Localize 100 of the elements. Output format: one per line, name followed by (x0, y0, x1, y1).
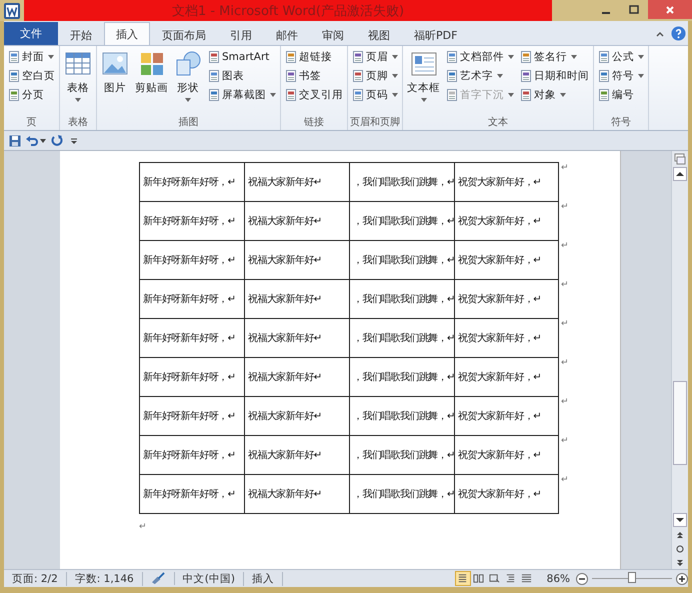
table-cell: 祝福大家新年好↵ (244, 358, 349, 397)
ribbon-tab[interactable]: 视图 (356, 24, 402, 45)
caret-icon[interactable] (40, 138, 46, 142)
document-icon (208, 51, 220, 63)
proofing-icon[interactable] (150, 572, 166, 585)
ribbon-tab[interactable]: 页面布局 (150, 24, 218, 45)
document-icon (352, 89, 364, 101)
view-icon (521, 573, 532, 584)
ribbon-button[interactable]: 文档部件 (444, 48, 516, 66)
ribbon-tab[interactable]: 开始 (58, 24, 104, 45)
browse-object-icon[interactable] (674, 543, 686, 555)
ribbon-button[interactable]: 页脚 (350, 67, 400, 85)
table-cell: 新年好呀新年好呀，↵ (139, 397, 244, 436)
table-cell: 新年好呀新年好呀，↵ (139, 319, 244, 358)
ribbon-button[interactable]: 签名行 (518, 48, 591, 66)
table-cell: 祝福大家新年好↵ (244, 319, 349, 358)
ribbon-button[interactable]: 对象 (518, 86, 591, 104)
ribbon-button[interactable]: 图表 (206, 67, 278, 85)
ribbon-tab[interactable]: 审阅 (310, 24, 356, 45)
ribbon-button[interactable]: 屏幕截图 (206, 86, 278, 104)
table-cell: 祝贺大家新年好，↵ (454, 475, 559, 514)
ribbon-button[interactable]: 日期和时间 (518, 67, 591, 85)
shapes-icon (174, 50, 202, 78)
document-icon (598, 89, 610, 101)
ribbon-button[interactable]: 页眉 (350, 48, 400, 66)
zoom-out-icon[interactable] (576, 572, 588, 584)
table-cell: ，我们唱歌我们跳舞，↵ (349, 241, 454, 280)
document-icon (208, 70, 220, 82)
ribbon-button[interactable]: 超链接 (283, 48, 345, 66)
group-label: 表格 (67, 116, 89, 130)
document-icon (446, 70, 458, 82)
undo-icon[interactable] (26, 134, 38, 146)
end-of-row-mark: ↵ (561, 202, 569, 212)
document-icon (285, 89, 297, 101)
zoom-in-icon[interactable] (676, 572, 688, 584)
scrollbar-thumb[interactable] (673, 381, 687, 465)
large-ribbon-button[interactable]: 形状 (172, 48, 204, 115)
insert-mode-indicator[interactable]: 插入 (244, 572, 283, 586)
table-cell: ，我们唱歌我们跳舞，↵ (349, 280, 454, 319)
document-icon (8, 70, 20, 82)
large-ribbon-button[interactable]: 图片 (99, 48, 131, 115)
window-title: 文档1 - Microsoft Word(产品激活失败) (172, 2, 404, 20)
ribbon-button[interactable]: 交叉引用 (283, 86, 345, 104)
ribbon-button[interactable]: 空白页 (6, 67, 57, 85)
table-cell: 新年好呀新年好呀，↵ (139, 475, 244, 514)
zoom-slider-thumb[interactable] (628, 572, 636, 583)
word-app-icon[interactable] (4, 2, 20, 18)
large-ribbon-button[interactable]: 表格 (62, 48, 94, 115)
table-cell: 祝福大家新年好↵ (244, 397, 349, 436)
end-of-row-mark: ↵ (561, 475, 569, 485)
ribbon-button[interactable]: 艺术字 (444, 67, 516, 85)
help-icon[interactable] (671, 26, 686, 41)
ribbon-tab[interactable]: 福昕PDF (402, 24, 470, 45)
close-icon (665, 4, 675, 14)
ribbon-button[interactable]: 页码 (350, 86, 400, 104)
close-button[interactable] (648, 0, 692, 19)
scroll-up-icon[interactable] (673, 167, 687, 181)
large-ribbon-button[interactable]: 剪贴画 (133, 48, 170, 115)
end-of-row-mark: ↵ (561, 436, 569, 446)
document-icon (446, 51, 458, 63)
ribbon-tab[interactable]: 引用 (218, 24, 264, 45)
ribbon-tab[interactable]: 邮件 (264, 24, 310, 45)
table-cell: 祝贺大家新年好，↵ (454, 319, 559, 358)
minimize-icon (602, 12, 610, 14)
ribbon-button[interactable]: 书签 (283, 67, 345, 85)
zoom-level[interactable]: 86% (546, 572, 570, 584)
group-label: 页眉和页脚 (350, 116, 400, 130)
end-of-row-mark: ↵ (561, 397, 569, 407)
text-box-icon (410, 50, 438, 78)
ribbon-button[interactable]: 分页 (6, 86, 57, 104)
table-cell: 祝贺大家新年好，↵ (454, 436, 559, 475)
save-icon[interactable] (9, 134, 21, 146)
document-icon (285, 70, 297, 82)
document-icon (352, 51, 364, 63)
ruler-toggle-icon[interactable] (674, 153, 686, 165)
page-count[interactable]: 页面: 2/2 (4, 572, 67, 586)
document-icon (520, 89, 532, 101)
table-cell: 新年好呀新年好呀，↵ (139, 241, 244, 280)
table-cell: ，我们唱歌我们跳舞，↵ (349, 397, 454, 436)
ribbon-tab[interactable]: 插入 (104, 22, 150, 45)
ribbon-button[interactable]: 符号 (596, 67, 646, 85)
redo-icon[interactable] (51, 134, 63, 146)
ribbon-button[interactable]: 公式 (596, 48, 646, 66)
table-cell: 新年好呀新年好呀，↵ (139, 358, 244, 397)
word-count[interactable]: 字数: 1,146 (66, 572, 143, 586)
table-cell: ，我们唱歌我们跳舞，↵ (349, 436, 454, 475)
table-cell: ，我们唱歌我们跳舞，↵ (349, 358, 454, 397)
document-icon (8, 89, 20, 101)
table-cell: 新年好呀新年好呀，↵ (139, 163, 244, 202)
scroll-down-icon[interactable] (673, 513, 687, 527)
file-tab[interactable]: 文件 (4, 22, 58, 45)
ribbon-button[interactable]: 封面 (6, 48, 57, 66)
large-ribbon-button[interactable]: 文本框 (405, 48, 442, 115)
ribbon-button[interactable]: 编号 (596, 86, 646, 104)
view-button[interactable] (454, 571, 471, 586)
language-indicator[interactable]: 中文(中国) (174, 572, 244, 586)
ribbon-button[interactable]: SmartArt (206, 48, 278, 66)
group-label: 文本 (487, 116, 509, 130)
maximize-icon (629, 4, 639, 14)
table-cell: 祝福大家新年好↵ (244, 475, 349, 514)
